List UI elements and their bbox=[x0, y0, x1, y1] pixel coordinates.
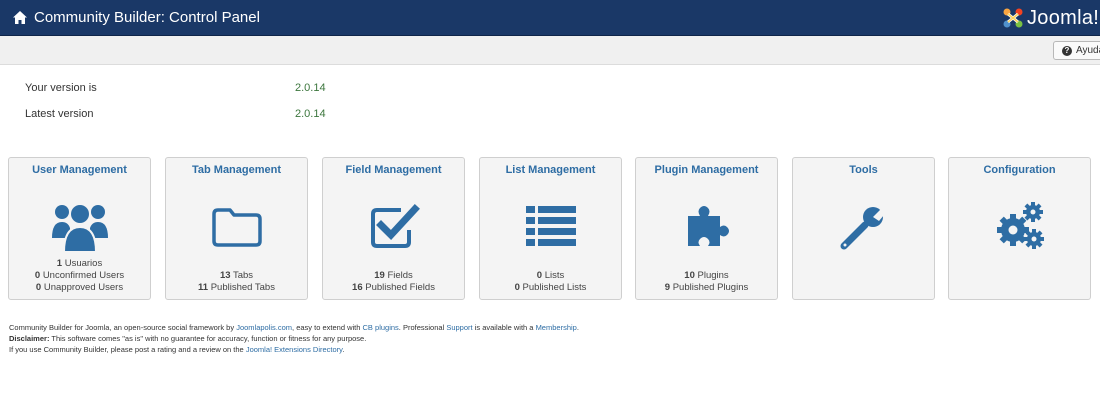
help-button[interactable]: ? Ayuda bbox=[1053, 41, 1100, 60]
tile-stats: 10 Plugins 9 Published Plugins bbox=[636, 270, 777, 294]
tile-title: List Management bbox=[505, 164, 596, 176]
joomla-logo[interactable]: Joomla! bbox=[1002, 6, 1099, 30]
tile-tools[interactable]: Tools bbox=[792, 157, 935, 300]
joomlapolis-link[interactable]: Joomlapolis.com bbox=[236, 323, 292, 332]
checkbox-icon bbox=[370, 204, 420, 248]
tile-title: Field Management bbox=[345, 164, 442, 176]
stat-line: 16 Published Fields bbox=[352, 282, 435, 293]
tile-stats: 19 Fields 16 Published Fields bbox=[323, 270, 464, 294]
latest-version-value: 2.0.14 bbox=[295, 108, 326, 120]
tile-list-management[interactable]: List Management 0 Lists 0 Published List… bbox=[479, 157, 622, 300]
support-link[interactable]: Support bbox=[446, 323, 472, 332]
tile-configuration[interactable]: Configuration bbox=[948, 157, 1091, 300]
membership-link[interactable]: Membership bbox=[536, 323, 577, 332]
tile-title: Configuration bbox=[983, 164, 1056, 176]
disclaimer-label: Disclaimer: bbox=[9, 334, 50, 343]
tile-field-management[interactable]: Field Management 19 Fields 16 Published … bbox=[322, 157, 465, 300]
tile-title: Plugin Management bbox=[654, 164, 759, 176]
stat-line: 0 Published Lists bbox=[514, 282, 587, 293]
stat-line: 0 Lists bbox=[536, 270, 565, 281]
list-icon bbox=[525, 206, 576, 246]
tile-stats: 0 Lists 0 Published Lists bbox=[480, 270, 621, 294]
stat-line: 9 Published Plugins bbox=[664, 282, 749, 293]
question-icon: ? bbox=[1062, 45, 1072, 56]
latest-version-label: Latest version bbox=[25, 108, 94, 120]
home-icon[interactable] bbox=[13, 11, 27, 24]
cb-plugins-link[interactable]: CB plugins bbox=[363, 323, 399, 332]
stat-line: 19 Fields bbox=[374, 270, 413, 281]
tile-title: Tab Management bbox=[191, 164, 282, 176]
tile-tab-management[interactable]: Tab Management 13 Tabs 11 Published Tabs bbox=[165, 157, 308, 300]
footer-info: Community Builder for Joomla, an open-so… bbox=[9, 322, 579, 355]
folder-icon bbox=[211, 208, 262, 247]
stat-line: 0 Unconfirmed Users bbox=[34, 270, 125, 281]
help-button-label: Ayuda bbox=[1076, 45, 1100, 56]
footer-line-2: Disclaimer: This software comes "as is" … bbox=[9, 334, 367, 343]
header-bar: Community Builder: Control Panel Joomla! bbox=[0, 0, 1100, 36]
footer-line-3: If you use Community Builder, please pos… bbox=[9, 345, 345, 354]
tile-title: Tools bbox=[849, 164, 878, 176]
stat-line: 10 Plugins bbox=[684, 270, 729, 281]
tile-user-management[interactable]: User Management 1 Usuarios 0 Unconfirmed… bbox=[8, 157, 151, 300]
current-version-value: 2.0.14 bbox=[295, 82, 326, 94]
stat-line: 11 Published Tabs bbox=[198, 282, 275, 293]
wrench-icon bbox=[840, 205, 889, 250]
tile-stats: 1 Usuarios 0 Unconfirmed Users 0 Unappro… bbox=[9, 258, 150, 294]
tile-plugin-management[interactable]: Plugin Management 10 Plugins 9 Published… bbox=[635, 157, 778, 300]
users-icon bbox=[51, 203, 108, 253]
footer-line-1: Community Builder for Joomla, an open-so… bbox=[9, 323, 579, 332]
joomla-logo-icon bbox=[1003, 8, 1023, 28]
extensions-directory-link[interactable]: Joomla! Extensions Directory bbox=[246, 345, 343, 354]
current-version-label: Your version is bbox=[25, 82, 97, 94]
stat-line: 0 Unapproved Users bbox=[35, 282, 124, 293]
joomla-brand-text: Joomla! bbox=[1027, 6, 1100, 29]
tile-stats: 13 Tabs 11 Published Tabs bbox=[166, 270, 307, 294]
tile-title: User Management bbox=[32, 164, 127, 176]
puzzle-icon bbox=[687, 206, 729, 246]
page-title: Community Builder: Control Panel bbox=[34, 9, 260, 26]
stat-line: 1 Usuarios bbox=[56, 258, 103, 269]
toolbar: ? Ayuda bbox=[0, 36, 1100, 65]
gears-icon bbox=[996, 202, 1044, 249]
stat-line: 13 Tabs bbox=[219, 270, 254, 281]
